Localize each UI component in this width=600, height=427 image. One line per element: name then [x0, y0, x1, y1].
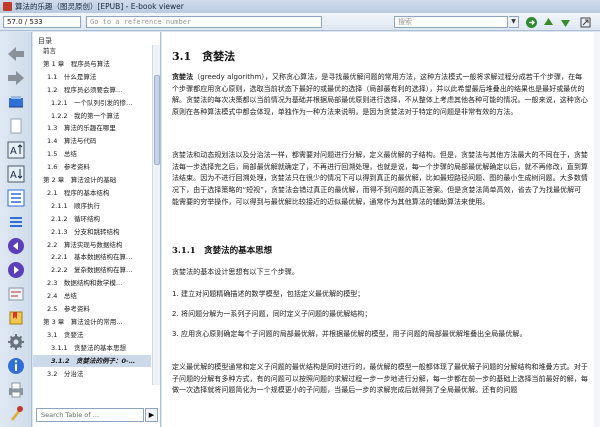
toc-item[interactable]: 1.6 参考资料 [33, 161, 151, 173]
bookmark-button[interactable] [5, 308, 27, 328]
print-icon [9, 382, 23, 398]
font-smaller-button[interactable]: A [5, 164, 27, 184]
fullscreen-icon [580, 17, 591, 27]
toc-item[interactable]: 第 3 章 算法设计的常用… [33, 316, 151, 328]
next-page-button[interactable] [5, 260, 27, 280]
paragraph-4: 定义最优解的模型通常和定义子问题的最优结构是同时进行的，最优解的模型一般都体现了… [172, 363, 588, 395]
search-prev-button[interactable] [541, 15, 556, 29]
toc-item[interactable]: 2.1.1 顺序执行 [33, 200, 151, 212]
font-smaller-icon: A [7, 165, 25, 183]
step-2: 2. 将问题分解为一系列子问题，同时定义子问题的最优解结构； [172, 310, 372, 318]
section-title: 3.1 贪婪法 [172, 50, 236, 63]
content-scrollbar[interactable] [594, 32, 600, 427]
ebook-viewer-window: 算法的乐趣（图灵原创）[EPUB] - E-book viewer 57.0 /… [0, 0, 600, 427]
paragraph-2: 贪婪法和动态规划法以及分治法一样，都需要对问题进行分解，定义最优解的子结构。但是… [172, 151, 588, 206]
goto-reference-input[interactable]: Go to a reference number [86, 16, 322, 28]
open-book-button[interactable] [5, 92, 27, 112]
back-button[interactable] [5, 44, 27, 64]
title-bar: 算法的乐趣（图灵原创）[EPUB] - E-book viewer [0, 0, 600, 13]
search-input[interactable]: 搜索 [394, 16, 508, 28]
toc-item[interactable]: 2.1 程序的基本结构 [33, 187, 151, 199]
toc-item[interactable]: 3.1.1 贪婪法的基本思想 [33, 342, 151, 354]
table-of-contents-icon [7, 189, 25, 207]
metadata-button[interactable] [5, 356, 27, 376]
search-dropdown-button[interactable]: ▼ [509, 16, 519, 28]
toc-item[interactable]: 2.1.3 分支和跳转结构 [33, 226, 151, 238]
previous-page-button[interactable] [5, 236, 27, 256]
toc-item[interactable]: 1.2.1 一个队列引发的惨… [33, 97, 151, 109]
toc-item[interactable]: 3.2 分治法 [33, 368, 151, 380]
toc-item[interactable]: 第 1 章 程序员与算法 [33, 58, 151, 70]
font-larger-button[interactable]: A [5, 140, 27, 160]
toc-item[interactable]: 2.1.2 循环结构 [33, 213, 151, 225]
previous-page-icon [8, 238, 24, 254]
library-icon [9, 96, 23, 108]
term-highlight: 贪婪法 [172, 73, 194, 81]
bookmark-icon [9, 311, 23, 325]
toc-heading: 目录 [38, 37, 52, 45]
toc-item[interactable]: 1.5 总结 [33, 148, 151, 160]
toc-scrollbar-thumb[interactable] [154, 75, 160, 165]
toc-item[interactable]: 3.1 贪婪法 [33, 329, 151, 341]
svg-text:A: A [10, 146, 17, 157]
toc-item[interactable]: 1.4 算法与代码 [33, 135, 151, 147]
print-button[interactable] [5, 380, 27, 400]
reference-mode-icon [8, 287, 24, 301]
forward-button[interactable] [5, 68, 27, 88]
toc-scrollbar[interactable] [152, 45, 160, 385]
toc-item[interactable]: 1.1 什么是算法 [33, 71, 151, 83]
subsection-title: 3.1.1 贪婪法的基本思想 [172, 246, 273, 256]
toc-item[interactable]: 2.4 总结 [33, 290, 151, 302]
copy-button[interactable] [5, 116, 27, 136]
window-title: 算法的乐趣（图灵原创）[EPUB] - E-book viewer [15, 2, 184, 11]
toc-item[interactable]: 2.2 算法实现与数据结构 [33, 239, 151, 251]
help-button[interactable] [5, 404, 27, 424]
toc-item[interactable]: 1.3 算法的乐趣在哪里 [33, 122, 151, 134]
back-arrow-icon [8, 47, 24, 61]
search-next-button[interactable] [558, 15, 573, 29]
paragraph-1-text: （greedy algorithm），又称贪心算法，是寻找最优解问题的常用方法，… [172, 73, 588, 117]
info-icon [8, 358, 24, 374]
toc-search-button[interactable]: ▶ [145, 408, 158, 422]
gear-icon [8, 334, 24, 350]
page-number-field[interactable]: 57.0 / 533 [3, 16, 81, 28]
book-content: 3.1 贪婪法 贪婪法（greedy algorithm），又称贪心算法，是寻找… [162, 32, 600, 427]
help-icon [11, 406, 23, 421]
toc-search-input[interactable]: Search Table of … [36, 408, 144, 422]
paragraph-3: 贪婪法的基本设计思想有以下三个步骤。 [172, 268, 299, 276]
paragraph-1: 贪婪法（greedy algorithm），又称贪心算法，是寻找最优解问题的常用… [172, 72, 588, 119]
document-icon [10, 118, 22, 134]
table-of-contents-panel: 目录 前言第 1 章 程序员与算法 1.1 什么是算法 1.2 程序员必须要会算… 1… [33, 32, 161, 427]
toc-item[interactable]: 1.2 程序员必须要会算… [33, 84, 151, 96]
left-toolbar: A A [0, 32, 32, 427]
svg-text:A: A [10, 170, 17, 181]
reference-mode-button[interactable] [5, 284, 27, 304]
toc-item[interactable]: 第 2 章 算法设计的基础 [33, 174, 151, 186]
toc-item[interactable]: 1.2.2 我的第一个算法 [33, 110, 151, 122]
fullscreen-button[interactable] [578, 15, 593, 29]
bookmarks-button[interactable] [5, 212, 27, 232]
step-3: 3. 应用贪心原则确定每个子问题的局部最优解，并根据最优解的模型，用子问题的局部… [172, 330, 527, 338]
toc-item[interactable]: 前言 [33, 45, 151, 57]
toc-item[interactable]: 2.2.2 复杂数据结构在算… [33, 264, 151, 276]
preferences-button[interactable] [5, 332, 27, 352]
next-page-icon [8, 262, 24, 278]
arrow-down-icon [561, 19, 570, 27]
bookmarks-icon [10, 217, 22, 227]
search-go-button[interactable] [524, 15, 539, 29]
toc-item[interactable]: 2.5 参考资料 [33, 303, 151, 315]
app-icon [3, 2, 12, 11]
toc-item[interactable]: 2.3 数据结构和数学模… [33, 277, 151, 289]
font-larger-icon: A [7, 141, 25, 159]
step-1: 1. 建立对问题精确描述的数学模型，包括定义最优解的模型； [172, 290, 365, 298]
toc-toggle-button[interactable] [5, 188, 27, 208]
toc-item[interactable]: 2.2.1 基本数据结构在算… [33, 251, 151, 263]
search-go-icon [526, 16, 537, 28]
arrow-up-icon [544, 17, 553, 25]
toc-item[interactable]: 3.1.2 贪婪法的例子：0-… [33, 354, 151, 367]
top-toolbar: 57.0 / 533 Go to a reference number 搜索 ▼ [0, 13, 600, 31]
forward-arrow-icon [8, 71, 24, 85]
